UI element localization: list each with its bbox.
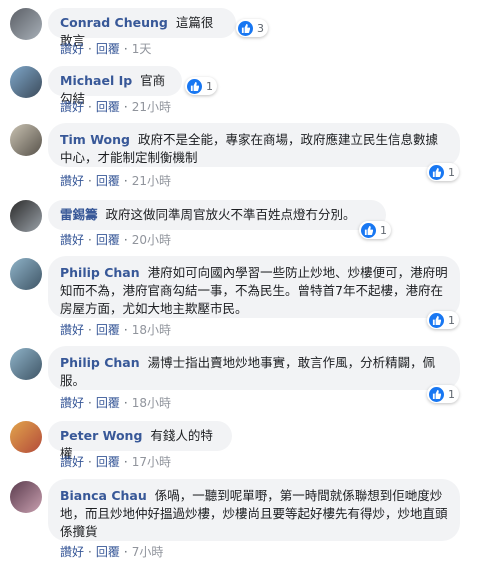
comment-time[interactable]: 7小時: [132, 545, 164, 559]
comment-actions: 讚好 · 回覆 · 21小時: [60, 174, 171, 188]
comment-bubble: Michael Ip 官商勾結: [48, 66, 182, 106]
like-icon: [361, 222, 376, 238]
reaction-count[interactable]: 1: [427, 163, 459, 181]
reply-button[interactable]: 回覆: [96, 455, 120, 469]
comment-author[interactable]: Peter Wong: [60, 428, 142, 443]
like-button[interactable]: 讚好: [60, 323, 84, 337]
like-button[interactable]: 讚好: [60, 174, 84, 188]
like-button[interactable]: 讚好: [60, 100, 84, 114]
reaction-count[interactable]: 3: [236, 19, 268, 37]
comment-bubble: 雷錫籌 政府这做同準周官放火不準百姓点燈冇分別。: [48, 200, 386, 230]
comment-author[interactable]: Tim Wong: [60, 132, 130, 147]
comment-author[interactable]: Michael Ip: [60, 73, 132, 88]
like-button[interactable]: 讚好: [60, 233, 84, 247]
avatar[interactable]: [10, 8, 42, 40]
reaction-number: 1: [448, 313, 455, 327]
comment-actions: 讚好 · 回覆 · 18小時: [60, 323, 171, 337]
reaction-number: 1: [206, 79, 213, 93]
comment-bubble: Philip Chan 港府如可向國內學習一些防止炒地、炒樓便可，港府明知而不為…: [48, 256, 460, 318]
reaction-number: 3: [257, 21, 264, 35]
avatar[interactable]: [10, 421, 42, 453]
like-icon: [429, 312, 444, 328]
reply-button[interactable]: 回覆: [96, 396, 120, 410]
comment-time[interactable]: 1天: [132, 42, 152, 56]
comment-bubble: Bianca Chau 係喎，一聽到呢單嘢，第一時間就係聯想到佢哋度炒地，而且炒…: [48, 479, 460, 541]
like-button[interactable]: 讚好: [60, 396, 84, 410]
comment-time[interactable]: 21小時: [132, 100, 171, 114]
like-icon: [429, 386, 444, 402]
comment-actions: 讚好 · 回覆 · 7小時: [60, 545, 164, 559]
reaction-number: 1: [448, 165, 455, 179]
comment-author[interactable]: Conrad Cheung: [60, 15, 168, 30]
like-button[interactable]: 讚好: [60, 545, 84, 559]
comment-actions: 讚好 · 回覆 · 21小時: [60, 100, 171, 114]
reaction-number: 1: [448, 387, 455, 401]
comment-author[interactable]: Philip Chan: [60, 265, 140, 280]
comment-time[interactable]: 20小時: [132, 233, 171, 247]
like-icon: [187, 78, 202, 94]
comment-author[interactable]: Philip Chan: [60, 355, 140, 370]
comment-bubble: Philip Chan 湯博士指出賣地炒地事實，敢言作風，分析精闢，佩服。: [48, 346, 460, 390]
like-button[interactable]: 讚好: [60, 455, 84, 469]
reaction-number: 1: [380, 223, 387, 237]
reply-button[interactable]: 回覆: [96, 42, 120, 56]
comment-text: 政府这做同準周官放火不準百姓点燈冇分別。: [105, 207, 356, 222]
avatar[interactable]: [10, 348, 42, 380]
reply-button[interactable]: 回覆: [96, 233, 120, 247]
comment-actions: 讚好 · 回覆 · 1天: [60, 42, 152, 56]
avatar[interactable]: [10, 258, 42, 290]
comment-actions: 讚好 · 回覆 · 17小時: [60, 455, 171, 469]
reaction-count[interactable]: 1: [359, 221, 391, 239]
reply-button[interactable]: 回覆: [96, 174, 120, 188]
comment-actions: 讚好 · 回覆 · 18小時: [60, 396, 171, 410]
comment-bubble: Tim Wong 政府不是全能，專家在商場，政府應建立民生信息數據中心，才能制定…: [48, 123, 460, 167]
comment-author[interactable]: 雷錫籌: [60, 207, 98, 222]
comment-time[interactable]: 18小時: [132, 323, 171, 337]
reply-button[interactable]: 回覆: [96, 545, 120, 559]
comment-author[interactable]: Bianca Chau: [60, 488, 147, 503]
like-button[interactable]: 讚好: [60, 42, 84, 56]
reaction-count[interactable]: 1: [427, 385, 459, 403]
comment-time[interactable]: 18小時: [132, 396, 171, 410]
reaction-count[interactable]: 1: [185, 77, 217, 95]
comment-time[interactable]: 17小時: [132, 455, 171, 469]
comment-bubble: Conrad Cheung 這篇很敢言: [48, 8, 236, 48]
avatar[interactable]: [10, 124, 42, 156]
reply-button[interactable]: 回覆: [96, 323, 120, 337]
comment-actions: 讚好 · 回覆 · 20小時: [60, 233, 171, 247]
comment-time[interactable]: 21小時: [132, 174, 171, 188]
comment-bubble: Peter Wong 有錢人的特權: [48, 421, 232, 461]
like-icon: [429, 164, 444, 180]
avatar[interactable]: [10, 481, 42, 513]
like-icon: [238, 20, 253, 36]
reaction-count[interactable]: 1: [427, 311, 459, 329]
avatar[interactable]: [10, 200, 42, 232]
reply-button[interactable]: 回覆: [96, 100, 120, 114]
avatar[interactable]: [10, 66, 42, 98]
